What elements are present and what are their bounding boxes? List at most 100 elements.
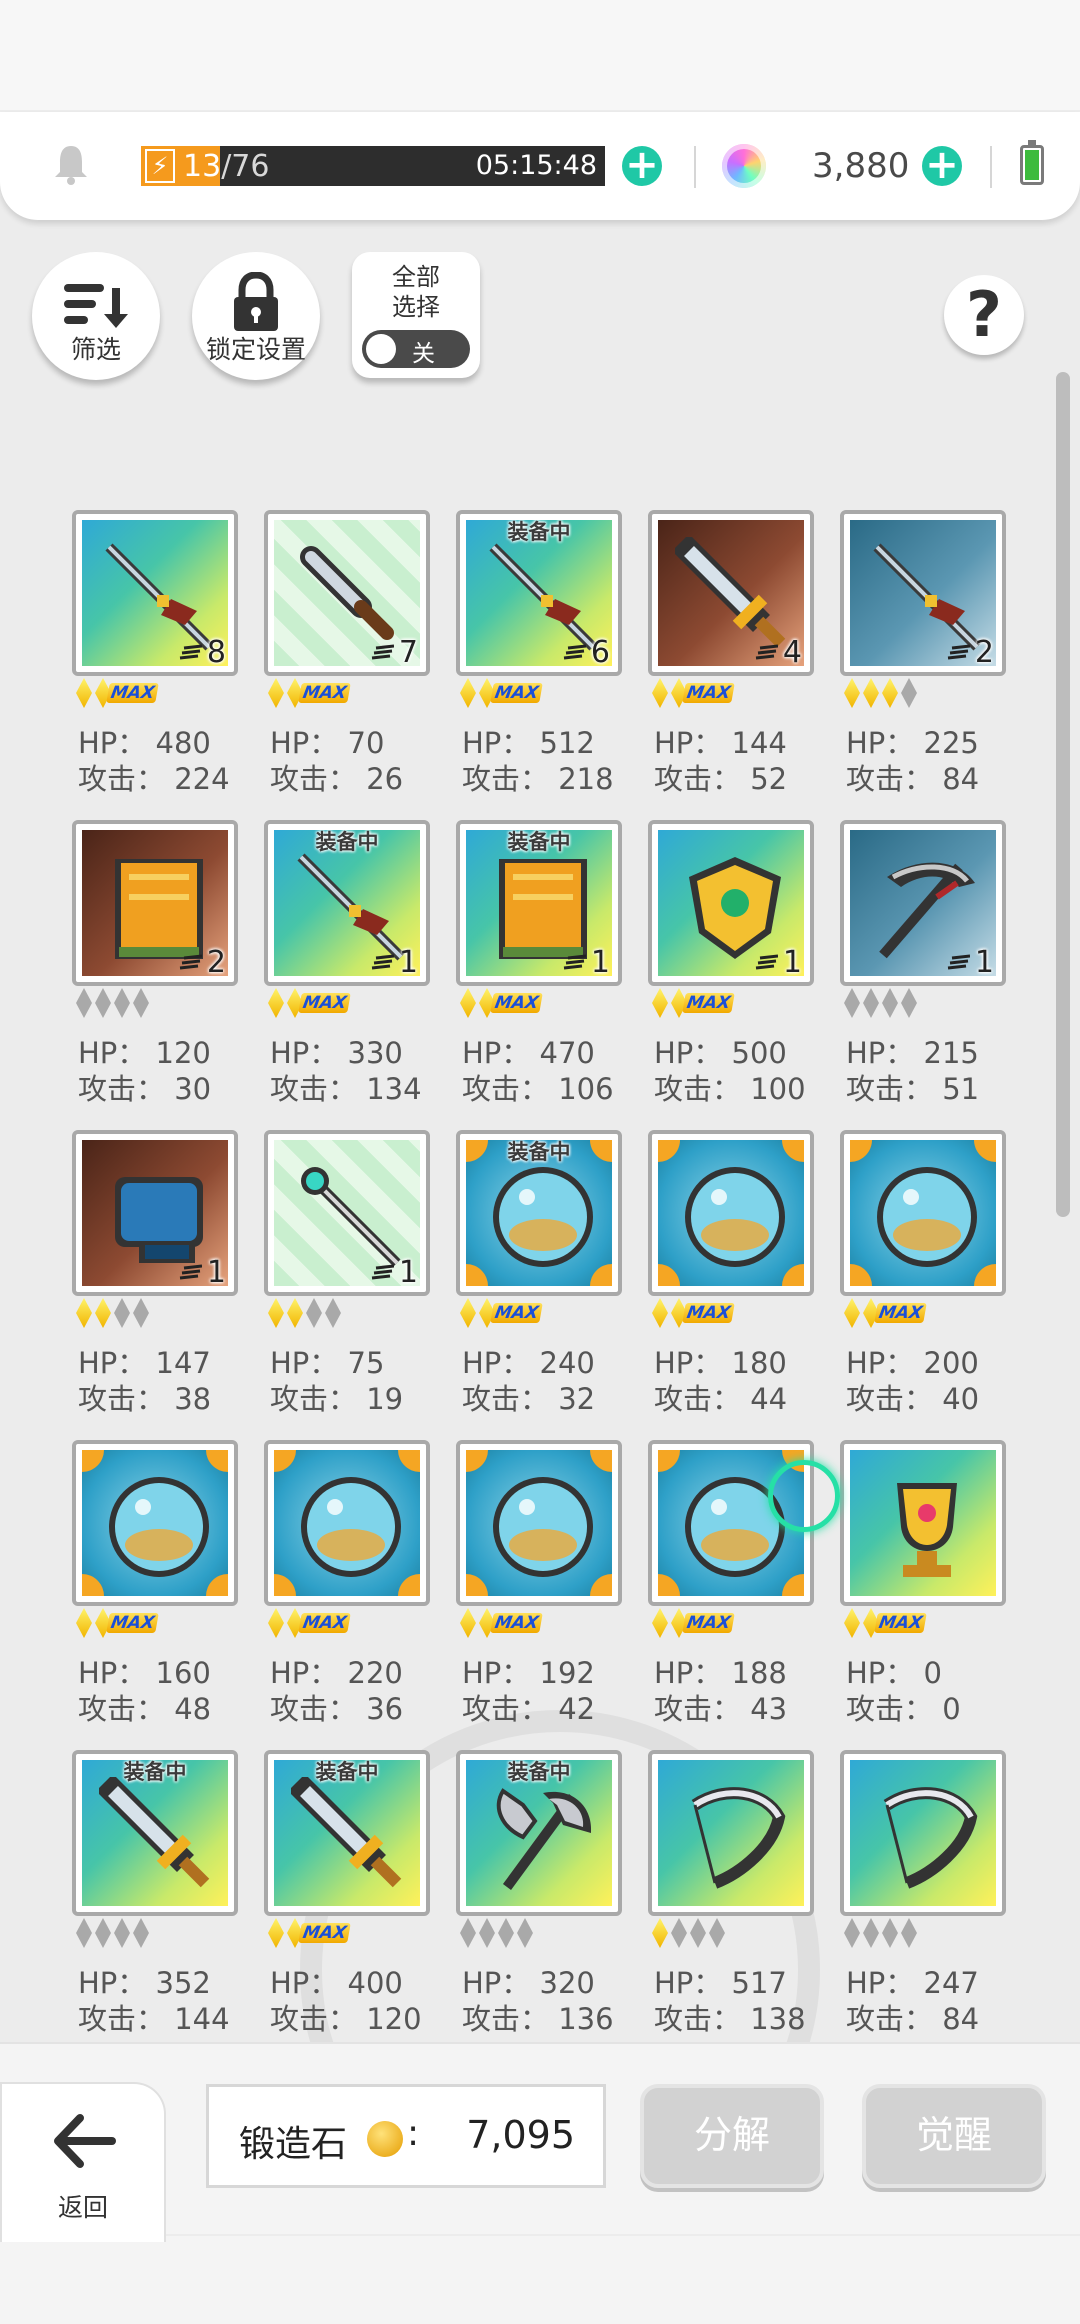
rarity-stars: MAX [268,988,351,1024]
inventory-item[interactable]: 装备中 MAX HP： 240 攻击： 32 [456,1130,626,1430]
item-frame: 1 [840,820,1006,986]
rarity-star-empty [901,1918,917,1948]
inventory-item[interactable]: MAX HP： 220 攻击： 36 [264,1440,434,1740]
item-frame: 装备中 [456,1750,622,1916]
inventory-item[interactable]: 1 HP： 215 攻击： 51 [840,820,1010,1120]
attack-stat: 攻击： 84 [846,762,980,796]
rarity-star-filled [652,1608,668,1638]
inventory-item[interactable]: HP： 517 攻击： 138 [648,1750,818,2050]
rarity-star-empty [479,1918,495,1948]
inventory-item[interactable]: 装备中 HP： 320 攻击： 136 [456,1750,626,2050]
item-frame: 装备中 1 [264,820,430,986]
inventory-item[interactable]: 装备中 1 MAX HP： 470 攻击： 106 [456,820,626,1120]
inventory-item[interactable]: MAX HP： 180 攻击： 44 [648,1130,818,1430]
battery-fill [1025,150,1039,180]
inventory-item[interactable]: 4 MAX HP： 144 攻击： 52 [648,510,818,810]
attack-stat: 攻击： 51 [846,1072,980,1106]
inventory-item[interactable]: MAX HP： 160 攻击： 48 [72,1440,242,1740]
max-badge: MAX [874,1613,927,1633]
inventory-item[interactable]: 1 HP： 147 攻击： 38 [72,1130,242,1430]
scrollbar[interactable] [1056,372,1070,1217]
rarity-star-filled [460,678,476,708]
attack-stat: 攻击： 48 [78,1692,212,1726]
rarity-star-empty [671,1918,687,1948]
awaken-button[interactable]: 觉醒 [862,2084,1046,2188]
inventory-item[interactable]: 8 MAX HP： 480 攻击： 224 [72,510,242,810]
bottom-strip [0,2236,1080,2324]
inventory-item[interactable]: 2 HP： 225 攻击： 84 [840,510,1010,810]
rarity-star-empty [76,988,92,1018]
rarity-star-filled [844,1298,860,1328]
tap-indicator [768,1460,840,1532]
rarity-stars: MAX [268,678,351,714]
attack-stat: 攻击： 38 [78,1382,212,1416]
rarity-stars: MAX [652,1608,735,1644]
rarity-star-filled [460,1608,476,1638]
item-count: 1 [974,945,994,980]
decompose-button[interactable]: 分解 [640,2084,824,2188]
equipped-label: 装备中 [507,520,571,544]
stack-icon [371,1264,394,1280]
stack-icon [947,954,970,970]
bell-icon[interactable] [52,142,90,186]
max-badge: MAX [682,1303,735,1323]
forge-stone-label: 锻造石 [239,2124,348,2165]
inventory-item[interactable]: 7 MAX HP： 70 攻击： 26 [264,510,434,810]
select-all-toggle[interactable]: 关 [362,330,470,368]
stack-icon [755,644,778,660]
inventory-item[interactable]: 装备中 MAX HP： 400 攻击： 120 [264,1750,434,2050]
max-badge: MAX [490,1613,543,1633]
inventory-item[interactable]: MAX HP： 200 攻击： 40 [840,1130,1010,1430]
rarity-stars: MAX [76,1608,159,1644]
lock-settings-button[interactable]: 锁定设置 [192,252,320,380]
rarity-star-empty [306,1298,322,1328]
gem-icon [722,144,766,188]
divider [694,146,696,188]
rarity-star-filled [287,1298,303,1328]
rarity-star-empty [95,988,111,1018]
inventory-item[interactable]: 1 HP： 75 攻击： 19 [264,1130,434,1430]
stack-icon [755,954,778,970]
rarity-stars: MAX [460,1298,543,1334]
rarity-star-empty [863,1918,879,1948]
max-badge: MAX [682,683,735,703]
item-count: 1 [398,1255,418,1290]
attack-stat: 攻击： 218 [462,762,614,796]
help-button[interactable]: ? [944,275,1024,355]
inventory-item[interactable]: HP： 247 攻击： 84 [840,1750,1010,2050]
rarity-star-empty [114,988,130,1018]
item-frame: 2 [840,510,1006,676]
staff-icon [301,1167,401,1267]
inventory-item[interactable]: MAX HP： 0 攻击： 0 [840,1440,1010,1740]
toggle-knob [366,334,396,364]
energy-bar: ⚡ 13/76 05:15:48 [141,146,605,186]
add-energy-button[interactable]: + [622,145,662,186]
inventory-item[interactable]: MAX HP： 192 攻击： 42 [456,1440,626,1740]
inventory-item[interactable]: 1 MAX HP： 500 攻击： 100 [648,820,818,1120]
inventory-item[interactable]: 装备中 HP： 352 攻击： 144 [72,1750,242,2050]
rarity-stars [844,1918,920,1954]
rarity-stars [76,1918,152,1954]
inventory-item[interactable]: 装备中 1 MAX HP： 330 攻击： 134 [264,820,434,1120]
attack-stat: 攻击： 32 [462,1382,596,1416]
add-gem-button[interactable]: + [922,145,962,186]
inventory-item[interactable]: 2 HP： 120 攻击： 30 [72,820,242,1120]
rarity-stars: MAX [652,678,735,714]
equipped-label: 装备中 [507,1760,571,1784]
max-badge: MAX [874,1303,927,1323]
inventory-item[interactable]: 装备中 6 MAX HP： 512 攻击： 218 [456,510,626,810]
rarity-star-empty [901,678,917,708]
sword-icon [675,537,786,648]
back-button[interactable]: 返回 [0,2082,166,2242]
rarity-star-empty [460,1918,476,1948]
select-all-label: 全部 选择 [392,263,440,321]
attack-stat: 攻击： 84 [846,2002,980,2036]
rarity-stars [76,988,152,1024]
rarity-stars [268,1298,344,1334]
rarity-star-filled [882,678,898,708]
rarity-star-empty [114,1918,130,1948]
orb-icon [685,1167,785,1267]
select-all-panel: 全部 选择 关 [352,252,480,378]
filter-button[interactable]: 筛选 [32,252,160,380]
rarity-star-empty [76,1918,92,1948]
